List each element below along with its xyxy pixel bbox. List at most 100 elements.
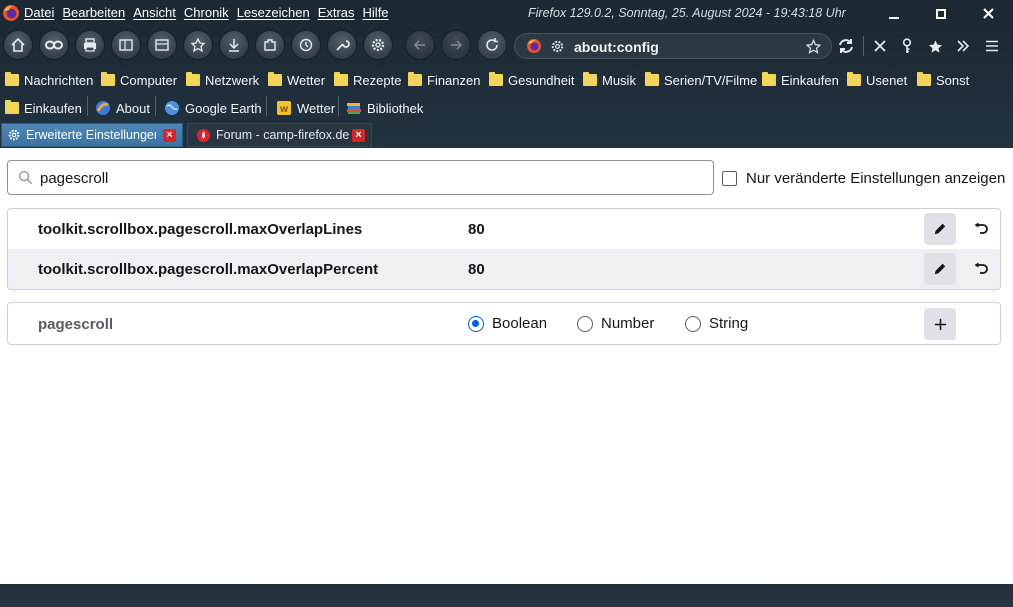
bookmark-label: Musik: [602, 72, 636, 88]
reload-button[interactable]: [477, 30, 507, 60]
gear-icon: [8, 129, 20, 141]
overflow-button[interactable]: [951, 34, 975, 58]
menu: Datei Bearbeiten Ansicht Chronik Lesezei…: [24, 5, 397, 20]
reset-button[interactable]: [966, 213, 996, 245]
bookmark-label: Gesundheit: [508, 72, 575, 88]
hamburger-menu-icon: [986, 40, 998, 52]
settings-button[interactable]: [363, 30, 393, 60]
globe-icon: [165, 101, 179, 115]
checkbox[interactable]: [722, 171, 737, 186]
toolbar-separator: [863, 36, 864, 56]
search-input[interactable]: [40, 168, 700, 188]
sync-icon: [839, 39, 853, 53]
sidebar-button[interactable]: [147, 30, 177, 60]
bookmark-google-earth[interactable]: Google Earth: [164, 97, 262, 119]
add-button[interactable]: [924, 308, 956, 340]
url-text[interactable]: about:config: [574, 39, 659, 55]
menu-bearbeiten[interactable]: Bearbeiten: [62, 5, 125, 20]
bookmark-folder[interactable]: Musik: [583, 69, 636, 91]
bookmarks-menu-button[interactable]: [183, 30, 213, 60]
minimize-button[interactable]: [871, 0, 917, 27]
status-bar: [0, 584, 1013, 607]
menu-lesezeichen[interactable]: Lesezeichen: [237, 5, 310, 20]
radio-string[interactable]: String: [685, 315, 748, 332]
bookmark-folder[interactable]: Einkaufen: [762, 69, 839, 91]
downloads-button[interactable]: [219, 30, 249, 60]
radio-button[interactable]: [577, 315, 593, 332]
bookmark-separator: [266, 96, 267, 116]
reset-button[interactable]: [966, 253, 996, 285]
bookmark-folder[interactable]: Finanzen: [408, 69, 480, 91]
folder-icon: [762, 72, 776, 86]
radio-number[interactable]: Number: [577, 315, 654, 332]
app-menu-button[interactable]: [980, 34, 1004, 58]
pref-name: toolkit.scrollbox.pagescroll.maxOverlapP…: [38, 261, 379, 278]
bookmark-folder[interactable]: Rezepte: [334, 69, 401, 91]
bookmark-label: Wetter: [297, 100, 336, 116]
menu-datei[interactable]: Datei: [24, 5, 54, 20]
bookmark-folder[interactable]: Wetter: [268, 69, 325, 91]
customize-button[interactable]: [868, 34, 892, 58]
addons-button[interactable]: [255, 30, 285, 60]
close-window-button[interactable]: [965, 0, 1011, 27]
edit-button[interactable]: [924, 213, 956, 245]
tab-forum[interactable]: Forum - camp-firefox.de ×: [187, 123, 372, 147]
reader-view-button[interactable]: [111, 30, 141, 60]
url-bar[interactable]: about:config: [514, 33, 832, 59]
home-icon: [11, 37, 25, 52]
bookmark-separator: [338, 96, 339, 116]
menu-extras[interactable]: Extras: [318, 5, 355, 20]
navigation-toolbar: about:config: [0, 28, 1013, 64]
bookmark-label: Computer: [120, 72, 178, 88]
bookmark-folder[interactable]: Sonst: [917, 69, 969, 91]
bookmark-folder[interactable]: Serien/TV/Filme: [645, 69, 757, 91]
bookmark-folder[interactable]: Einkaufen: [5, 97, 82, 119]
back-button[interactable]: [405, 30, 435, 60]
bookmark-folder[interactable]: Computer: [101, 69, 177, 91]
bookmarks-toolbar-button[interactable]: [923, 34, 947, 58]
radio-label: String: [709, 315, 749, 332]
menu-ansicht[interactable]: Ansicht: [133, 5, 176, 20]
print-button[interactable]: [75, 30, 105, 60]
folder-icon: [5, 100, 19, 114]
bookmark-label: Einkaufen: [24, 100, 82, 116]
edit-button[interactable]: [924, 253, 956, 285]
bookmark-folder[interactable]: Usenet: [847, 69, 907, 91]
menu-hilfe[interactable]: Hilfe: [363, 5, 389, 20]
home-button[interactable]: [3, 30, 33, 60]
search-box[interactable]: [7, 160, 714, 195]
tab-close-icon[interactable]: ×: [352, 129, 365, 142]
bookmark-about[interactable]: About: [95, 97, 150, 119]
tools-button[interactable]: [327, 30, 357, 60]
forward-button[interactable]: [441, 30, 471, 60]
pref-value[interactable]: 80: [468, 261, 485, 278]
private-window-button[interactable]: [39, 30, 69, 60]
show-modified-only-checkbox[interactable]: Nur veränderte Einstellungen anzeigen: [722, 170, 1005, 187]
radio-button[interactable]: [685, 315, 701, 332]
pref-value[interactable]: 80: [468, 221, 485, 238]
bookmark-label: Rezepte: [353, 72, 402, 88]
maximize-button[interactable]: [918, 0, 964, 27]
undo-icon: [974, 222, 988, 234]
tab-strip: Erweiterte Einstellungen × Forum - camp-…: [0, 122, 1013, 148]
bookmark-folder[interactable]: Netzwerk: [186, 69, 259, 91]
menu-chronik[interactable]: Chronik: [184, 5, 229, 20]
bookmark-folder[interactable]: Gesundheit: [489, 69, 575, 91]
radio-button[interactable]: [468, 315, 484, 332]
bookmark-library[interactable]: Bibliothek: [346, 97, 423, 119]
pencil-icon: [934, 263, 946, 275]
tab-about-config[interactable]: Erweiterte Einstellungen ×: [1, 123, 183, 147]
bookmark-label: Sonst: [936, 72, 970, 88]
bookmark-wetter[interactable]: w Wetter: [276, 97, 335, 119]
svg-text:w: w: [279, 104, 288, 115]
checkbox-label: Nur veränderte Einstellungen anzeigen: [746, 170, 1006, 187]
bookmark-page-star-icon[interactable]: [806, 39, 821, 54]
reader-view-icon: [119, 39, 133, 51]
history-button[interactable]: [291, 30, 321, 60]
bookmark-folder[interactable]: Nachrichten: [5, 69, 93, 91]
radio-boolean[interactable]: Boolean: [468, 315, 547, 332]
passwords-button[interactable]: [895, 34, 919, 58]
tab-close-icon[interactable]: ×: [163, 129, 176, 142]
sync-button[interactable]: [834, 34, 858, 58]
sidebar-icon: [155, 39, 169, 51]
